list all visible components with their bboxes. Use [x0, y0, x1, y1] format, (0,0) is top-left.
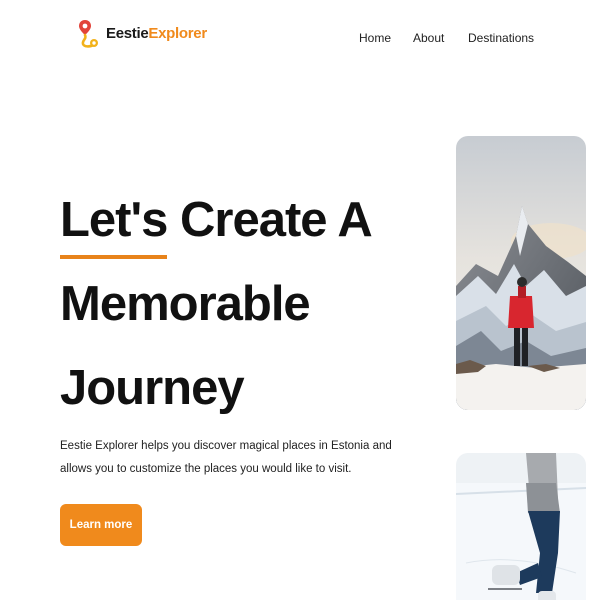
hero-heading-line-2: Memorable — [60, 277, 311, 331]
nav-home-link[interactable]: Home — [359, 31, 391, 45]
hero-heading-line-3: Journey — [60, 361, 245, 415]
hero-heading: Let's Create A Memorable Journey — [60, 178, 420, 430]
nav-destinations-link[interactable]: Destinations — [468, 31, 534, 45]
hero-heading-line-1-rest: Create A — [167, 193, 373, 247]
hero-heading-line-1: Let's Create A — [60, 178, 420, 262]
navbar: EestieExplorer Home About Destinations — [0, 0, 600, 80]
gallery-image-ice-skater — [456, 453, 586, 600]
hero-description: Eestie Explorer helps you discover magic… — [60, 440, 392, 475]
learn-more-button[interactable]: Learn more — [60, 504, 142, 546]
hero-highlighted-word: Let's — [60, 178, 168, 262]
mountain-hiker-illustration — [456, 136, 586, 410]
main-nav: Home About Destinations — [0, 31, 600, 51]
gallery-image-mountain-hiker — [456, 136, 586, 410]
nav-about-link[interactable]: About — [413, 31, 444, 45]
ice-skater-illustration — [456, 453, 586, 600]
